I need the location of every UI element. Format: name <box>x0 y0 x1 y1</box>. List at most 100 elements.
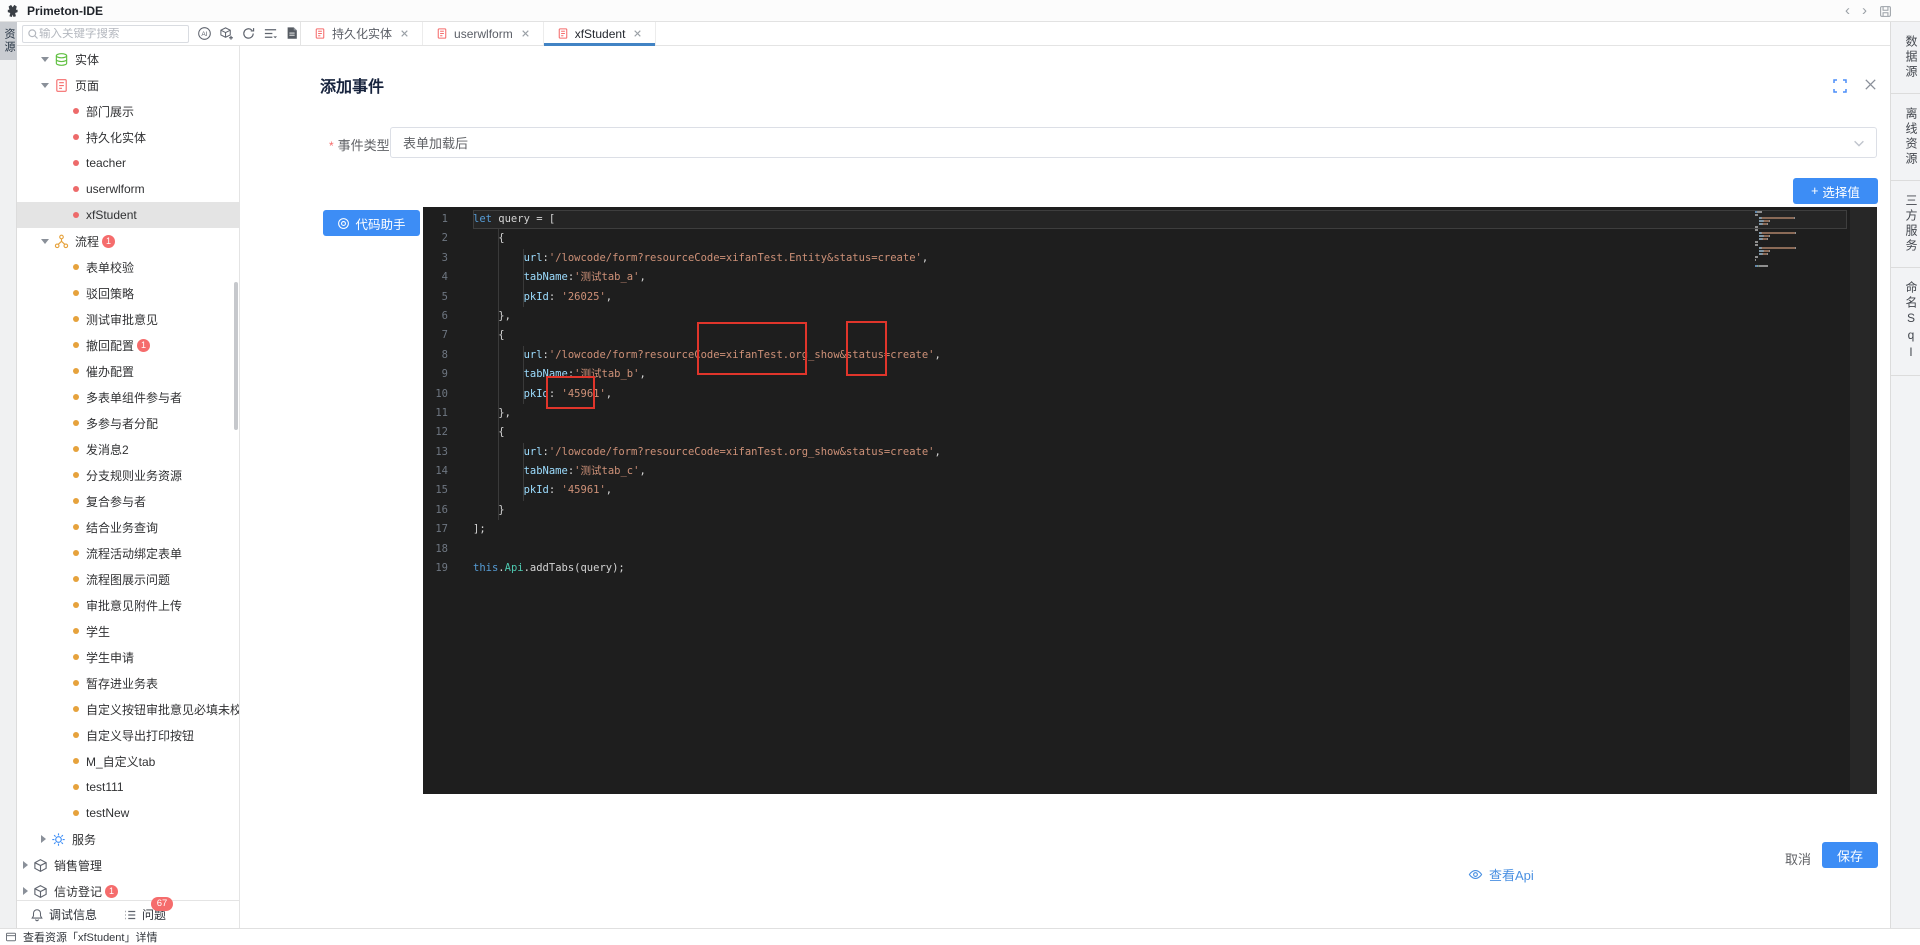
tree-item-审批意见附件上传[interactable]: 审批意见附件上传 <box>17 592 239 618</box>
tree-item-自定义导出打印按钮[interactable]: 自定义导出打印按钮 <box>17 722 239 748</box>
tree-item-催办配置[interactable]: 催办配置 <box>17 358 239 384</box>
bullet-icon <box>73 576 79 582</box>
rail-tab-resources[interactable]: 资源 <box>0 22 17 60</box>
sort-icon[interactable] <box>263 26 278 41</box>
tab-close-icon[interactable] <box>521 29 530 38</box>
search-icon <box>27 28 39 40</box>
chevron-right-icon[interactable] <box>23 861 28 869</box>
tree-item-销售管理[interactable]: 销售管理 <box>17 852 239 878</box>
tree-item-label: 催办配置 <box>86 363 134 380</box>
nav-back-icon[interactable]: ‹ <box>1845 2 1850 20</box>
tree-item-label: 多参与者分配 <box>86 415 158 432</box>
save-button[interactable]: 保存 <box>1822 842 1878 868</box>
search-box[interactable] <box>22 25 189 43</box>
tree-item-流程图展示问题[interactable]: 流程图展示问题 <box>17 566 239 592</box>
tree-item-结合业务查询[interactable]: 结合业务查询 <box>17 514 239 540</box>
bullet-icon <box>73 498 79 504</box>
tree-item-M_自定义tab[interactable]: M_自定义tab <box>17 748 239 774</box>
module-add-icon[interactable] <box>219 26 234 41</box>
sidebar-bottom-bar: 调试信息 问题 67 <box>17 900 240 928</box>
ai-icon[interactable]: AI <box>197 26 212 41</box>
save-file-icon[interactable] <box>1879 5 1892 18</box>
database-icon <box>54 52 69 67</box>
debug-icon <box>30 908 44 922</box>
tree-item-test111[interactable]: test111 <box>17 774 239 800</box>
tree-item-持久化实体[interactable]: 持久化实体 <box>17 124 239 150</box>
tree-item-label: 页面 <box>75 77 99 94</box>
tree-item-流程活动绑定表单[interactable]: 流程活动绑定表单 <box>17 540 239 566</box>
tree-item-testNew[interactable]: testNew <box>17 800 239 826</box>
line-number: 12 <box>423 423 473 442</box>
tree-item-发消息2[interactable]: 发消息2 <box>17 436 239 462</box>
editor-scrollbar[interactable] <box>1850 207 1877 794</box>
chevron-right-icon[interactable] <box>23 887 28 895</box>
chevron-down-icon[interactable] <box>41 83 49 88</box>
chevron-down-icon[interactable] <box>41 57 49 62</box>
rail-tab-命名Sql[interactable]: 命名Sql <box>1891 268 1920 376</box>
line-number: 13 <box>423 443 473 462</box>
snippet-icon[interactable] <box>285 26 300 41</box>
chevron-right-icon[interactable] <box>41 835 46 843</box>
tree-item-表单校验[interactable]: 表单校验 <box>17 254 239 280</box>
tree-item-多参与者分配[interactable]: 多参与者分配 <box>17 410 239 436</box>
cancel-button[interactable]: 取消 <box>1777 844 1819 873</box>
tree-item-label: 信访登记 <box>54 883 102 900</box>
bullet-icon <box>73 108 79 114</box>
view-api-link[interactable]: 查看Api <box>1468 865 1534 884</box>
tab-userwlform[interactable]: userwlform <box>423 22 544 45</box>
line-number: 17 <box>423 520 473 539</box>
resource-tree-panel: 实体页面部门展示持久化实体teacheruserwlformxfStudent流… <box>17 46 240 900</box>
bullet-icon <box>73 420 79 426</box>
code-assistant-button[interactable]: 代码助手 <box>323 210 420 236</box>
rail-tab-数据源[interactable]: 数据源 <box>1891 22 1920 94</box>
indent-guide <box>498 229 499 520</box>
tree-item-驳回策略[interactable]: 驳回策略 <box>17 280 239 306</box>
tree-item-多表单组件参与者[interactable]: 多表单组件参与者 <box>17 384 239 410</box>
tree-item-分支规则业务资源[interactable]: 分支规则业务资源 <box>17 462 239 488</box>
tree-item-自定义按钮审批意见必填未校验[interactable]: 自定义按钮审批意见必填未校验 <box>17 696 239 722</box>
debug-info-button[interactable]: 调试信息 <box>30 906 97 923</box>
tree-item-复合参与者[interactable]: 复合参与者 <box>17 488 239 514</box>
tab-xfStudent[interactable]: xfStudent <box>544 22 657 45</box>
tab-close-icon[interactable] <box>400 29 409 38</box>
tree-item-流程[interactable]: 流程1 <box>17 228 239 254</box>
tab-持久化实体[interactable]: 持久化实体 <box>301 22 423 45</box>
tree-item-学生[interactable]: 学生 <box>17 618 239 644</box>
tree-item-teacher[interactable]: teacher <box>17 150 239 176</box>
tab-close-icon[interactable] <box>633 29 642 38</box>
code-line <box>473 540 1847 559</box>
tree-item-暂存进业务表[interactable]: 暂存进业务表 <box>17 670 239 696</box>
event-type-select[interactable]: 表单加载后 <box>390 127 1877 158</box>
search-input[interactable] <box>39 28 179 40</box>
select-value-button[interactable]: + 选择值 <box>1793 178 1878 204</box>
tree-item-实体[interactable]: 实体 <box>17 46 239 72</box>
tree-item-测试审批意见[interactable]: 测试审批意见 <box>17 306 239 332</box>
code-line: tabName:'测试tab_a', <box>473 268 1847 287</box>
tree-item-xfStudent[interactable]: xfStudent <box>17 202 239 228</box>
code-line: pkId: '26025', <box>473 288 1847 307</box>
left-rail: 资源 <box>0 22 17 928</box>
bullet-icon <box>73 654 79 660</box>
tree-scrollbar[interactable] <box>234 282 238 430</box>
nav-forward-icon[interactable]: › <box>1862 2 1867 20</box>
tree-item-信访登记[interactable]: 信访登记1 <box>17 878 239 900</box>
tree-item-部门展示[interactable]: 部门展示 <box>17 98 239 124</box>
tree-item-服务[interactable]: 服务 <box>17 826 239 852</box>
refresh-icon[interactable] <box>241 26 256 41</box>
tree-item-学生申请[interactable]: 学生申请 <box>17 644 239 670</box>
indent-guide <box>523 249 524 307</box>
problems-button[interactable]: 问题 67 <box>123 906 166 923</box>
rail-tab-三方服务[interactable]: 三方服务 <box>1891 181 1920 268</box>
tree-item-label: 流程 <box>75 233 99 250</box>
tree-item-撤回配置[interactable]: 撤回配置1 <box>17 332 239 358</box>
code-editor[interactable]: 12345678910111213141516171819 let query … <box>423 207 1877 794</box>
tree-item-userwlform[interactable]: userwlform <box>17 176 239 202</box>
rail-tab-离线资源[interactable]: 离线资源 <box>1891 94 1920 181</box>
bullet-icon <box>73 680 79 686</box>
close-icon[interactable] <box>1863 77 1878 92</box>
chevron-down-icon[interactable] <box>41 239 49 244</box>
tree-item-页面[interactable]: 页面 <box>17 72 239 98</box>
app-title: Primeton-IDE <box>27 4 103 18</box>
fullscreen-icon[interactable] <box>1832 78 1848 94</box>
code-content[interactable]: let query = [ { url:'/lowcode/form?resou… <box>473 210 1847 578</box>
